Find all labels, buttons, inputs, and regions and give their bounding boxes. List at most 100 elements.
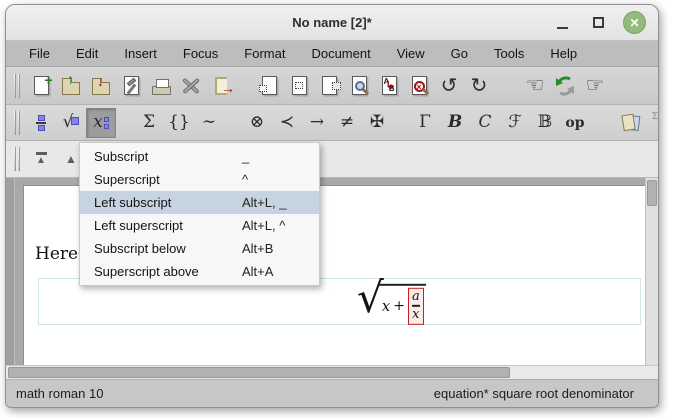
math-formula[interactable]: √ x + a x: [357, 278, 426, 324]
right-arrow-icon: →: [310, 114, 324, 131]
plus-operator: +: [393, 298, 405, 314]
horizontal-scrollbar[interactable]: [6, 365, 658, 379]
maximize-button[interactable]: [587, 12, 609, 34]
menu-document[interactable]: Document: [298, 42, 383, 65]
menu-insert[interactable]: Insert: [111, 42, 170, 65]
exit-door-icon: →: [215, 77, 227, 95]
menu-file[interactable]: File: [16, 42, 63, 65]
papers-icon: [620, 113, 642, 133]
calligraphic-letter-button[interactable]: C: [470, 108, 500, 138]
wide-accent-button[interactable]: ∼: [194, 108, 224, 138]
hammer-icon: [124, 76, 139, 95]
toolbar-grip[interactable]: [14, 147, 20, 171]
relation-button[interactable]: ≺: [272, 108, 302, 138]
minimize-icon: [557, 27, 568, 29]
menu-item-superscript-above[interactable]: Superscript above Alt+A: [80, 260, 319, 283]
menu-view[interactable]: View: [384, 42, 438, 65]
spell-check-icon: ×: [412, 76, 427, 95]
operator-button[interactable]: op: [560, 108, 590, 138]
vertical-scrollbar[interactable]: [645, 178, 658, 365]
save-document-button[interactable]: ↓: [86, 71, 116, 101]
bold-letter-button[interactable]: B: [440, 108, 470, 138]
redo-button[interactable]: ↻: [464, 71, 494, 101]
square-root-icon: √: [63, 114, 80, 131]
menu-tools[interactable]: Tools: [481, 42, 537, 65]
menu-focus[interactable]: Focus: [170, 42, 231, 65]
variable-x[interactable]: x: [382, 297, 390, 315]
numerator[interactable]: a: [412, 289, 420, 304]
vertical-scrollbar-thumb[interactable]: [647, 180, 657, 206]
titlebar[interactable]: No name [2]* ✕: [6, 5, 658, 41]
go-forward-button[interactable]: ☞: [580, 71, 610, 101]
menu-item-subscript[interactable]: Subscript _: [80, 145, 319, 168]
big-operator-button[interactable]: Σ: [134, 108, 164, 138]
open-document-button[interactable]: ↑: [56, 71, 86, 101]
status-left: math roman 10: [16, 386, 103, 401]
denominator[interactable]: x: [412, 308, 419, 323]
print-button[interactable]: [146, 71, 176, 101]
refresh-icon: [554, 75, 576, 97]
paste-icon: [322, 76, 337, 95]
greek-letter-button[interactable]: Γ: [410, 108, 440, 138]
compile-button[interactable]: [116, 71, 146, 101]
menu-item-left-superscript[interactable]: Left superscript Alt+L, ^: [80, 214, 319, 237]
cut-button[interactable]: [254, 71, 284, 101]
calligraphic-c-icon: C: [478, 114, 491, 131]
refresh-button[interactable]: [550, 71, 580, 101]
menu-edit[interactable]: Edit: [63, 42, 111, 65]
maltese-cross-icon: ✠: [370, 114, 384, 131]
minimize-button[interactable]: [551, 12, 573, 34]
left-gutter: [6, 178, 15, 365]
fraction-button[interactable]: [26, 108, 56, 138]
menu-item-superscript[interactable]: Superscript ^: [80, 168, 319, 191]
back-hand-icon: ☜: [526, 75, 545, 96]
arrow-button[interactable]: →: [302, 108, 332, 138]
undo-button[interactable]: ↺: [434, 71, 464, 101]
scripts-popup-menu: Subscript _ Superscript ^ Left subscript…: [79, 142, 320, 286]
exit-structure-button[interactable]: ▲: [26, 144, 56, 174]
brackets-button[interactable]: {}: [164, 108, 194, 138]
toolbar-grip[interactable]: [14, 111, 20, 135]
horizontal-scrollbar-thumb[interactable]: [8, 367, 510, 378]
tilde-icon: ∼: [202, 114, 216, 131]
focused-fraction[interactable]: a x: [408, 287, 424, 324]
gamma-icon: Γ: [419, 114, 431, 131]
negation-button[interactable]: ≠: [332, 108, 362, 138]
paragraph-text[interactable]: Here: [35, 244, 78, 264]
not-equal-icon: ≠: [340, 114, 354, 131]
spell-check-button[interactable]: ×: [404, 71, 434, 101]
go-back-button[interactable]: ☜: [520, 71, 550, 101]
copy-button[interactable]: [284, 71, 314, 101]
menu-item-left-subscript[interactable]: Left subscript Alt+L, _: [80, 191, 319, 214]
paste-button[interactable]: [314, 71, 344, 101]
sigma-sigma-icon: Σ Σ: [652, 114, 659, 131]
copy-icon: [292, 76, 307, 95]
scripts-button[interactable]: x: [86, 108, 116, 138]
menu-go[interactable]: Go: [438, 42, 481, 65]
semantic-math-button[interactable]: Σ Σ: [646, 108, 659, 138]
fraction-icon: [36, 115, 46, 131]
forward-hand-icon: ☞: [586, 75, 605, 96]
fraktur-letter-button[interactable]: ℱ: [500, 108, 530, 138]
search-button[interactable]: [344, 71, 374, 101]
menu-format[interactable]: Format: [231, 42, 298, 65]
blackboard-letter-button[interactable]: 𝔹: [530, 108, 560, 138]
miscellaneous-symbol-button[interactable]: ✠: [362, 108, 392, 138]
new-document-button[interactable]: +: [26, 71, 56, 101]
maximize-icon: [593, 17, 604, 28]
replace-button[interactable]: A ↳ B: [374, 71, 404, 101]
close-button[interactable]: ✕: [623, 11, 646, 34]
structure-button[interactable]: [616, 108, 646, 138]
circled-operator-button[interactable]: ⊗: [242, 108, 272, 138]
toolbar-grip[interactable]: [14, 74, 20, 98]
preferences-button[interactable]: [176, 71, 206, 101]
redo-icon: ↻: [471, 76, 488, 96]
replace-icon: A ↳ B: [382, 76, 397, 95]
tools-icon: [180, 75, 202, 97]
close-document-button[interactable]: →: [206, 71, 236, 101]
radicand: x + a x: [379, 283, 426, 324]
menu-help[interactable]: Help: [537, 42, 590, 65]
menu-item-subscript-below[interactable]: Subscript below Alt+B: [80, 237, 319, 260]
otimes-icon: ⊗: [250, 114, 264, 131]
square-root-button[interactable]: √: [56, 108, 86, 138]
